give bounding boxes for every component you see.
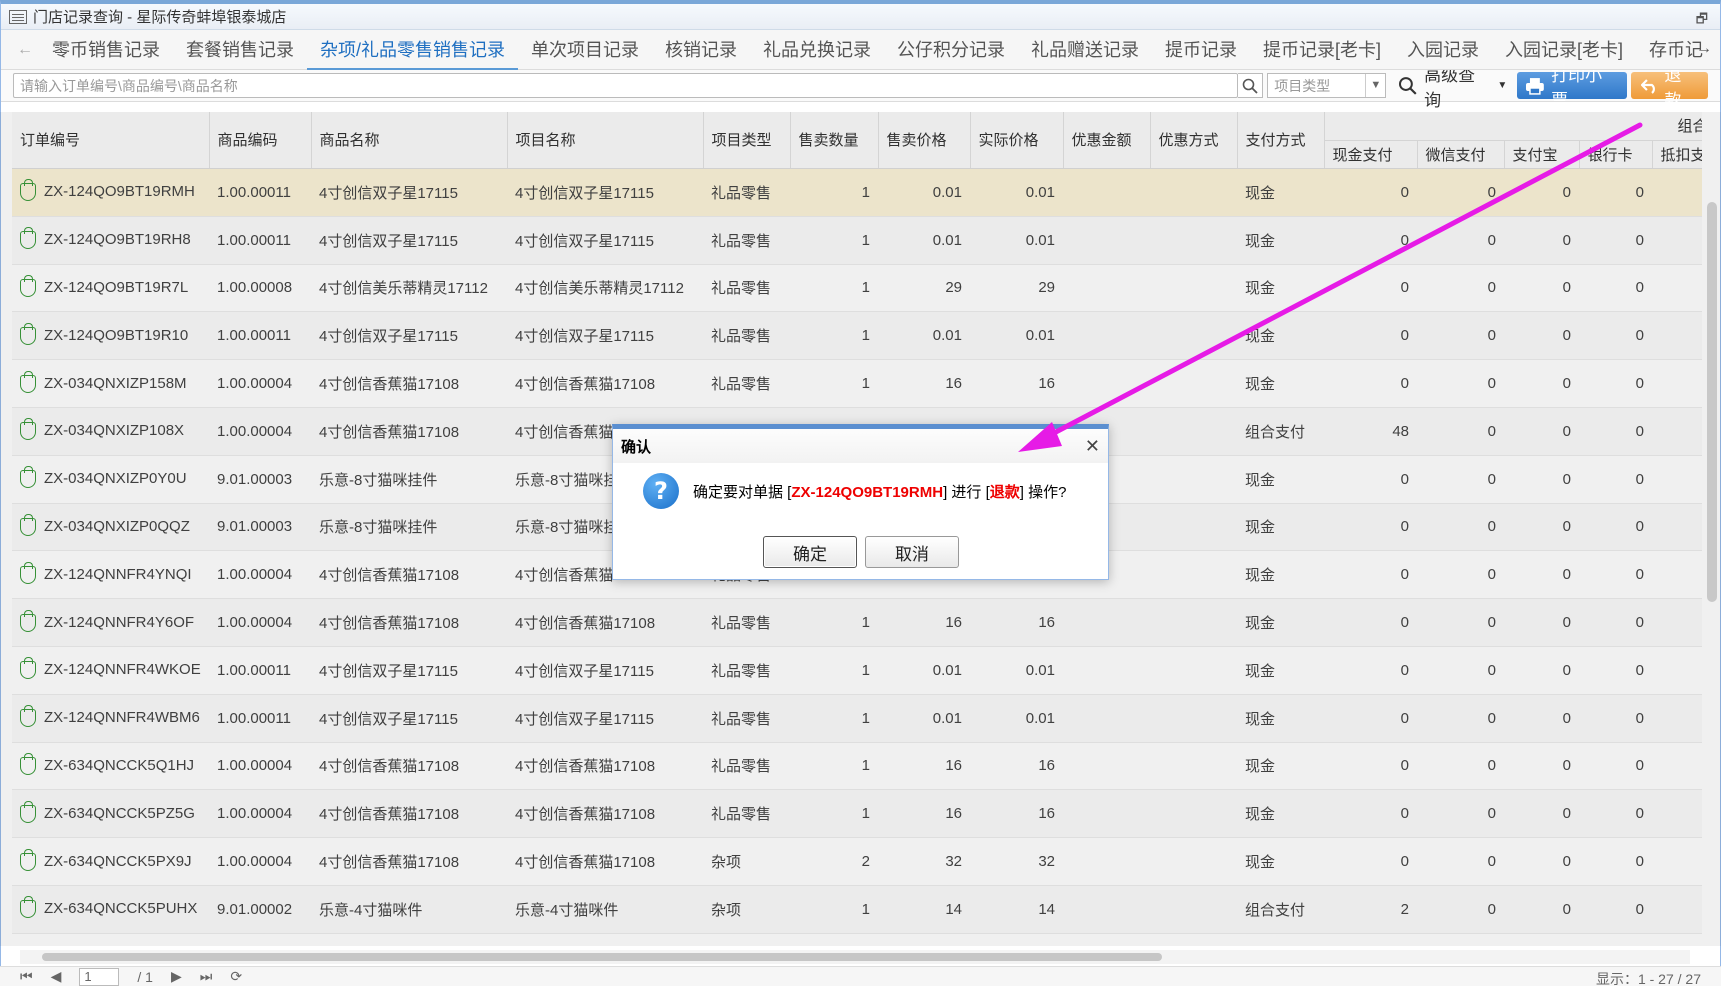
confirm-dialog: 确认 ✕ ? 确定要对单据 [ZX-124QO9BT19RMH] 进行 [退款]… — [612, 424, 1109, 580]
tab-scroll-left-icon[interactable]: ← — [11, 41, 39, 59]
tab-coin-withdraw-old[interactable]: 提币记录[老卡] — [1250, 30, 1394, 70]
chevron-down-icon[interactable]: ▼ — [1365, 74, 1385, 97]
msg-action: 退款 — [989, 483, 1020, 501]
window-icon — [9, 9, 27, 24]
tab-entry-old[interactable]: 入园记录[老卡] — [1492, 30, 1636, 70]
magnifier-icon — [1399, 76, 1417, 95]
msg-order-id: ZX-124QO9BT19RMH — [791, 483, 944, 501]
close-icon[interactable]: ✕ — [1085, 437, 1100, 455]
vertical-scrollbar[interactable] — [1705, 180, 1719, 940]
page-display-info: 显示：1 - 27 / 27 — [1595, 971, 1701, 986]
tab-gift-giveaway[interactable]: 礼品赠送记录 — [1018, 30, 1152, 70]
cancel-button[interactable]: 取消 — [865, 536, 959, 568]
search-placeholder: 请输入订单编号\商品编号\商品名称 — [20, 77, 238, 94]
dialog-buttons: 确定 取消 — [763, 536, 959, 568]
msg-suffix: ] 操作? — [1019, 483, 1067, 501]
tab-doll-points[interactable]: 公仔积分记录 — [884, 30, 1018, 70]
project-type-select[interactable]: 项目类型 ▼ — [1267, 73, 1387, 98]
search-button[interactable] — [1237, 73, 1264, 98]
horizontal-scrollbar[interactable] — [20, 950, 1690, 964]
tab-misc-gift-sales[interactable]: 杂项/礼品零售销售记录 — [307, 30, 518, 70]
total-pages: / 1 — [137, 968, 153, 985]
tab-verification[interactable]: 核销记录 — [652, 30, 750, 70]
window-titlebar: 门店记录查询 - 星际传奇蚌埠银泰城店 🗗 — [1, 4, 1720, 30]
horizontal-scroll-thumb[interactable] — [42, 953, 1162, 961]
question-icon: ? — [643, 473, 679, 509]
print-receipt-button[interactable]: 打印小票 — [1517, 66, 1627, 110]
tab-entry[interactable]: 入园记录 — [1394, 30, 1492, 70]
advanced-search-button[interactable]: 高级查询 ▼ — [1392, 66, 1513, 110]
msg-mid: ] 进行 [ — [943, 483, 990, 501]
refund-button[interactable]: 退款 — [1630, 66, 1708, 110]
search-input[interactable]: 请输入订单编号\商品编号\商品名称 — [13, 73, 1238, 98]
tab-coin-withdraw[interactable]: 提币记录 — [1152, 30, 1250, 70]
tab-gift-exchange[interactable]: 礼品兑换记录 — [750, 30, 884, 70]
next-page-icon[interactable]: ▶ — [171, 968, 182, 985]
prev-page-icon[interactable]: ◀ — [51, 968, 62, 985]
first-page-icon[interactable]: ⏮ — [20, 968, 33, 985]
undo-icon — [1640, 78, 1655, 94]
tab-bar: ← 零币销售记录 套餐销售记录 杂项/礼品零售销售记录 单次项目记录 核销记录 … — [1, 30, 1720, 70]
msg-prefix: 确定要对单据 [ — [693, 483, 792, 501]
confirm-button[interactable]: 确定 — [763, 536, 857, 568]
pagination-bar: ⏮ ◀ 1 / 1 ▶ ⏭ ⟳ 显示：1 - 27 / 27 — [0, 966, 1721, 986]
caret-down-icon: ▼ — [1497, 80, 1508, 91]
search-icon — [1242, 78, 1258, 94]
project-type-placeholder: 项目类型 — [1274, 77, 1331, 94]
tab-coin-sales[interactable]: 零币销售记录 — [39, 30, 173, 70]
vertical-scroll-thumb[interactable] — [1707, 202, 1717, 602]
page-number-input[interactable]: 1 — [79, 967, 120, 986]
tab-package-sales[interactable]: 套餐销售记录 — [173, 30, 307, 70]
last-page-icon[interactable]: ⏭ — [200, 968, 213, 985]
refresh-icon[interactable]: ⟳ — [230, 968, 242, 985]
toolbar: 请输入订单编号\商品编号\商品名称 项目类型 ▼ 高级查询 ▼ 打印小票 退款 — [1, 66, 1720, 110]
printer-icon — [1526, 77, 1545, 95]
dialog-message: ? 确定要对单据 [ZX-124QO9BT19RMH] 进行 [退款] 操作? — [613, 463, 1108, 509]
tab-single-item[interactable]: 单次项目记录 — [518, 30, 652, 70]
dialog-title: 确认 — [613, 429, 1108, 463]
tab-scroll-right-icon[interactable]: → — [1696, 40, 1712, 58]
window-title: 门店记录查询 - 星际传奇蚌埠银泰城店 — [33, 9, 287, 26]
